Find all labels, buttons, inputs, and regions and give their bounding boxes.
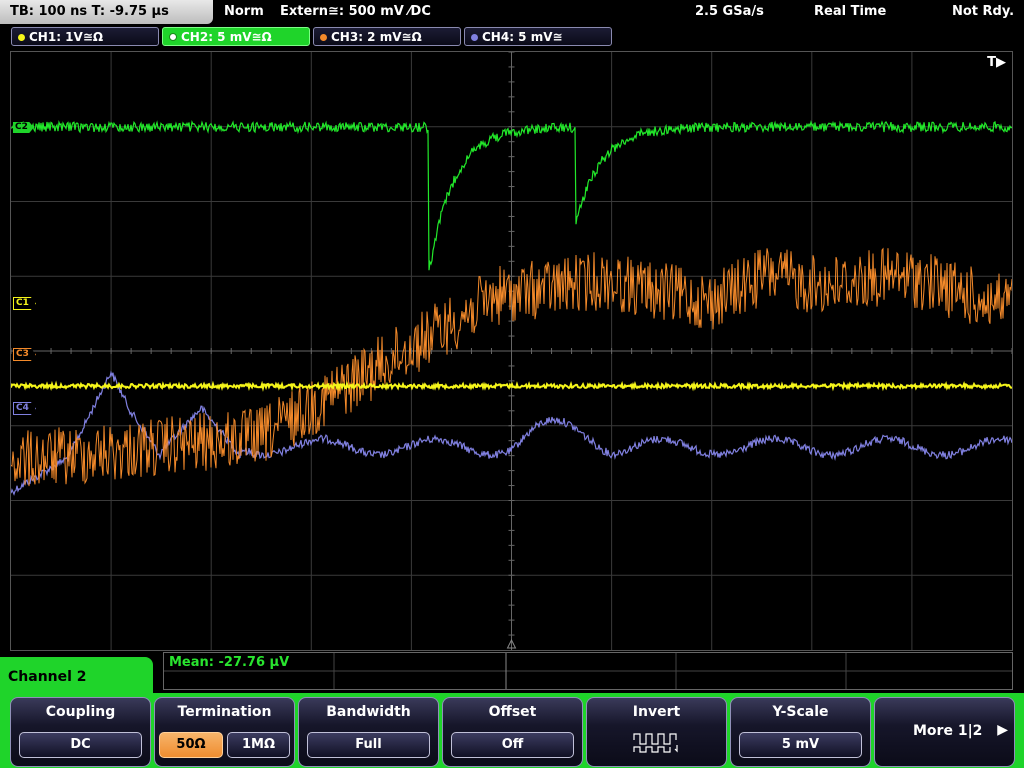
coupling-title: Coupling	[45, 704, 116, 720]
sample-rate: 2.5 GSa/s	[695, 4, 764, 19]
bandwidth-value: Full	[307, 732, 430, 758]
coupling-button[interactable]: Coupling DC	[10, 697, 151, 767]
offset-value: Off	[451, 732, 574, 758]
square-wave-icon	[633, 733, 678, 753]
tab-ch3[interactable]: CH3: 2 mV≅Ω	[313, 27, 461, 46]
measurement-grid	[164, 653, 1012, 689]
waveform-display[interactable]: T▶ C2 C1 C3 C4	[10, 51, 1013, 651]
tab-ch2-label: CH2: 5 mV≅Ω	[181, 30, 272, 44]
tab-ch1-label: CH1: 1V≅Ω	[29, 30, 104, 44]
bandwidth-title: Bandwidth	[326, 704, 411, 720]
offset-button[interactable]: Offset Off	[442, 697, 583, 767]
tab-ch1[interactable]: CH1: 1V≅Ω	[11, 27, 159, 46]
y-scale-value: 5 mV	[739, 732, 862, 758]
termination-title: Termination	[177, 704, 272, 720]
acquisition-mode: Real Time	[814, 4, 887, 19]
tab-ch4-label: CH4: 5 mV≅	[482, 30, 563, 44]
invert-title: Invert	[632, 704, 681, 720]
arrow-right-icon: ▶	[997, 722, 1008, 738]
ch4-dot-icon	[471, 34, 478, 41]
coupling-value: DC	[19, 732, 142, 758]
more-label: More 1|2	[913, 723, 983, 739]
ch1-waveform	[11, 380, 1012, 392]
tab-ch3-label: CH3: 2 mV≅Ω	[331, 30, 422, 44]
trigger-position-icon: T▶	[987, 55, 1006, 70]
timebase-readout[interactable]: TB: 100 ns T: -9.75 µs	[0, 0, 213, 24]
panel-title: Channel 2	[0, 657, 153, 697]
bandwidth-button[interactable]: Bandwidth Full	[298, 697, 439, 767]
trigger-mode[interactable]: Norm	[224, 0, 264, 24]
ch1-dot-icon	[18, 34, 25, 41]
status-bar: TB: 100 ns T: -9.75 µs Norm Extern≅: 500…	[0, 0, 1024, 24]
measurement-panel[interactable]: Mean: -27.76 µV	[163, 652, 1013, 690]
termination-button[interactable]: Termination 50Ω 1MΩ	[154, 697, 295, 767]
y-scale-button[interactable]: Y-Scale 5 mV	[730, 697, 871, 767]
invert-button[interactable]: Invert	[586, 697, 727, 767]
tab-ch2[interactable]: CH2: 5 mV≅Ω	[162, 27, 310, 46]
y-scale-title: Y-Scale	[772, 704, 829, 720]
more-button[interactable]: More 1|2 ▶	[874, 697, 1015, 767]
waveform-grid	[11, 52, 1012, 650]
termination-50ohm-option[interactable]: 50Ω	[159, 732, 223, 758]
run-status: Not Rdy.	[952, 4, 1015, 19]
offset-title: Offset	[488, 704, 537, 720]
tab-ch4[interactable]: CH4: 5 mV≅	[464, 27, 612, 46]
termination-1mohm-option[interactable]: 1MΩ	[227, 732, 290, 758]
ch2-dot-icon	[169, 33, 177, 41]
trigger-source[interactable]: Extern≅: 500 mV ⁄DC	[280, 0, 431, 24]
ch3-dot-icon	[320, 34, 327, 41]
